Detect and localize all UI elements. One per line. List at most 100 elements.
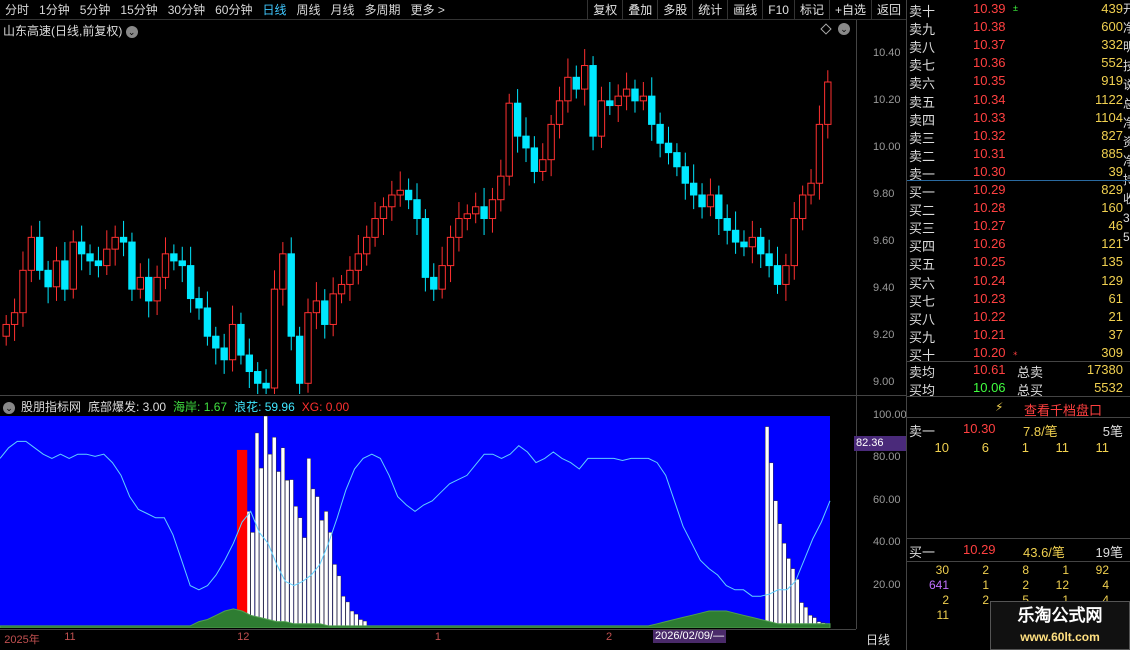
candlestick-chart[interactable] bbox=[0, 36, 856, 394]
period-tab-8[interactable]: 月线 bbox=[326, 0, 360, 20]
candle bbox=[270, 270, 279, 394]
candle bbox=[606, 82, 614, 115]
ask-row[interactable]: 卖六 10.35 919 bbox=[907, 73, 1123, 91]
period-tab-2[interactable]: 5分钟 bbox=[75, 0, 116, 20]
candle bbox=[128, 232, 136, 301]
period-tab-4[interactable]: 30分钟 bbox=[163, 0, 210, 20]
candle-body bbox=[287, 253, 295, 337]
period-tab-10[interactable]: 更多 > bbox=[406, 0, 450, 20]
period-label[interactable]: 日线 bbox=[866, 631, 890, 648]
candle bbox=[505, 93, 513, 186]
candle bbox=[27, 225, 36, 283]
period-tab-3[interactable]: 15分钟 bbox=[115, 0, 162, 20]
bid-row[interactable]: 买二 10.28 160 bbox=[907, 200, 1123, 218]
candle-body bbox=[622, 88, 631, 97]
bid-row[interactable]: 买七 10.23 61 bbox=[907, 291, 1123, 309]
ask-row[interactable]: 卖四 10.33 1104 bbox=[907, 110, 1123, 128]
level-volume: 46 bbox=[1108, 218, 1123, 234]
ask-row[interactable]: 卖三 10.32 827 bbox=[907, 128, 1123, 146]
level-label: 卖三 bbox=[909, 130, 936, 146]
candle bbox=[673, 143, 681, 177]
candle-body bbox=[228, 323, 237, 361]
candle-body bbox=[279, 253, 287, 290]
candle-body bbox=[580, 65, 589, 90]
period-tab-1[interactable]: 1分钟 bbox=[34, 0, 75, 20]
ask-row[interactable]: 卖七 10.36 552 bbox=[907, 55, 1123, 73]
candle-body bbox=[86, 253, 94, 262]
bid-row[interactable]: 买九 10.21 37 bbox=[907, 327, 1123, 345]
ask-row[interactable]: 卖五 10.34 1122 bbox=[907, 92, 1123, 110]
date-tick-label: 2 bbox=[606, 631, 613, 643]
toolbar-button-6[interactable]: 标记 bbox=[793, 0, 829, 20]
strip-char: 净 bbox=[1123, 154, 1130, 168]
indicator-value-1: 海岸: 1.67 bbox=[173, 400, 228, 414]
candle-body bbox=[757, 236, 765, 255]
toolbar-button-0[interactable]: 复权 bbox=[587, 0, 622, 20]
diamond-icon[interactable] bbox=[820, 23, 832, 35]
queue-separator bbox=[907, 561, 1130, 562]
candle bbox=[119, 220, 128, 257]
candle-body bbox=[111, 236, 119, 250]
chevron-down-icon[interactable]: ⌄ bbox=[3, 401, 15, 414]
candle-body bbox=[782, 265, 790, 285]
level-volume: 21 bbox=[1108, 308, 1123, 324]
period-tab-5[interactable]: 60分钟 bbox=[210, 0, 257, 20]
candle-body bbox=[472, 206, 480, 215]
toolbar-button-3[interactable]: 统计 bbox=[692, 0, 727, 20]
candle-body bbox=[430, 276, 438, 290]
candle-body bbox=[178, 260, 186, 267]
candle-body bbox=[19, 269, 27, 314]
queue-order: 2 bbox=[982, 563, 989, 577]
candle-body bbox=[438, 265, 446, 290]
bid-row[interactable]: 买五 10.25 135 bbox=[907, 254, 1123, 272]
toolbar-button-5[interactable]: F10 bbox=[762, 0, 794, 20]
queue-order: 10 bbox=[934, 440, 949, 455]
qianbang-button[interactable]: 查看千档盘口 bbox=[1024, 400, 1102, 419]
toolbar-button-4[interactable]: 画线 bbox=[727, 0, 762, 20]
candle bbox=[740, 230, 748, 257]
price-tick-label: 9.60 bbox=[873, 235, 895, 248]
level-volume: 1104 bbox=[1095, 109, 1123, 125]
toolbar-button-8[interactable]: 返回 bbox=[870, 0, 906, 20]
bid-row[interactable]: 买八 10.22 21 bbox=[907, 309, 1123, 327]
candle-body bbox=[798, 194, 807, 220]
period-tab-9[interactable]: 多周期 bbox=[360, 0, 406, 20]
candle bbox=[731, 211, 740, 254]
burst-bar bbox=[289, 479, 294, 628]
candle bbox=[237, 312, 245, 365]
level-price: 10.36 bbox=[973, 55, 1006, 71]
indicator-tick-label: 100.00 bbox=[873, 409, 907, 421]
candle-body bbox=[522, 135, 530, 149]
ask-row[interactable]: 卖二 10.31 885 bbox=[907, 146, 1123, 164]
bid-row[interactable]: 买四 10.26 121 bbox=[907, 236, 1123, 254]
ask-row[interactable]: 卖八 10.37 332 bbox=[907, 37, 1123, 55]
level-mark-icon: ± bbox=[1013, 3, 1018, 13]
level-price: 10.29 bbox=[973, 182, 1006, 197]
ask-row[interactable]: 卖十 10.39 ±439 bbox=[907, 1, 1123, 19]
level-volume: 160 bbox=[1101, 200, 1123, 216]
candle-body bbox=[723, 218, 731, 231]
period-tab-7[interactable]: 周线 bbox=[291, 0, 325, 20]
ask-row[interactable]: 卖九 10.38 600 bbox=[907, 19, 1123, 37]
candle-body bbox=[731, 229, 740, 243]
chevron-right-icon: > bbox=[434, 2, 445, 17]
candle bbox=[86, 244, 94, 276]
price-tick-label: 9.20 bbox=[873, 329, 895, 342]
candle bbox=[186, 246, 195, 313]
bid-row[interactable]: 买三 10.27 46 bbox=[907, 218, 1123, 236]
toolbar-button-1[interactable]: 叠加 bbox=[622, 0, 657, 20]
level-label: 买四 bbox=[909, 239, 936, 255]
burst-bar bbox=[324, 511, 329, 628]
bid-row[interactable]: 买六 10.24 129 bbox=[907, 273, 1123, 291]
candle-body bbox=[597, 100, 606, 137]
queue-per: 43.6/笔 bbox=[1023, 545, 1065, 560]
queue-ask-header: 卖一 10.30 7.8/笔 5笔 bbox=[907, 421, 1123, 439]
toolbar-button-2[interactable]: 多股 bbox=[657, 0, 692, 20]
period-tab-6[interactable]: 日线 bbox=[257, 0, 291, 20]
period-tab-0[interactable]: 分时 bbox=[0, 0, 34, 20]
chevron-down-icon[interactable]: ⌄ bbox=[838, 23, 850, 35]
bid-row[interactable]: 买一 10.29 829 bbox=[907, 182, 1123, 200]
qianbang-bar[interactable]: ⚡ 查看千档盘口 bbox=[907, 396, 1130, 418]
indicator-chart[interactable] bbox=[0, 416, 856, 628]
toolbar-button-7[interactable]: +自选 bbox=[828, 0, 871, 20]
